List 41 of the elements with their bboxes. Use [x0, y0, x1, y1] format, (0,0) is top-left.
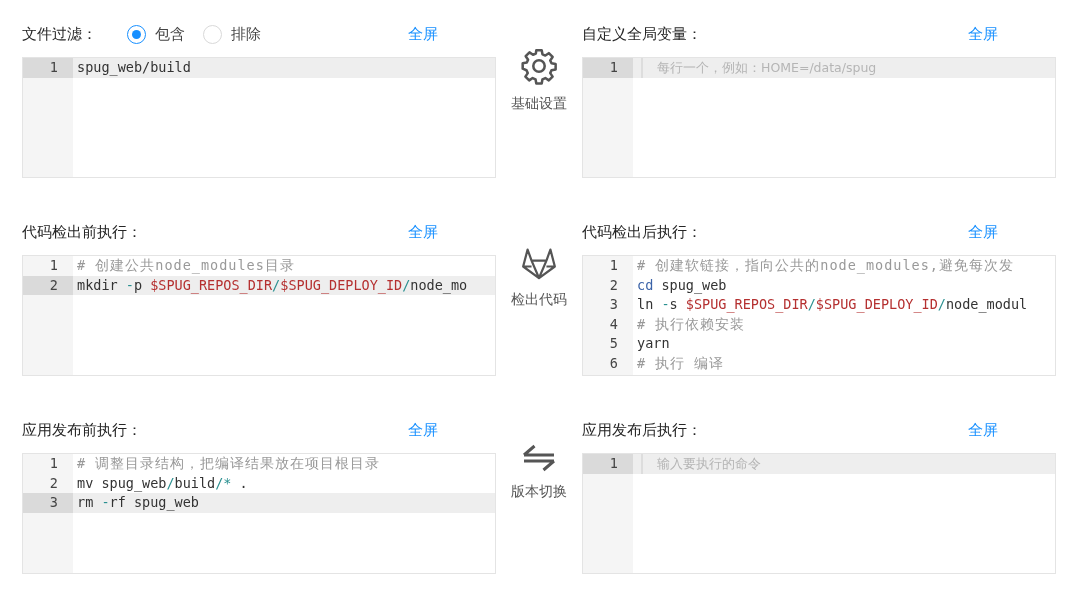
line-number: 3 [608, 295, 619, 315]
code-line: # 创建公共node_modules目录 [76, 256, 296, 276]
line-number: 2 [608, 275, 619, 295]
field-label: 自定义全局变量： [582, 23, 702, 45]
line-number: 5 [608, 334, 619, 354]
line-number: 1 [583, 454, 633, 474]
line-number: 1 [48, 454, 59, 473]
line-number: 1 [23, 58, 73, 78]
code-editor[interactable]: 1 2 3 4 5 6 # 创建软链接，指向公共的node_modules,避免每次发 cd spug_web ln -s $SPUG_REPOS_DIR/$SPUG_DEPLOY_ID/node_modul # 执行依赖安装 yarn # 执行 编译 [582, 255, 1056, 376]
line-number: 2 [48, 473, 59, 493]
line-number: 4 [608, 314, 619, 334]
code-line: # 执行 编译 [636, 353, 726, 373]
field-label: 文件过滤： [22, 23, 97, 45]
step-label: 版本切换 [511, 482, 567, 501]
field-label: 应用发布前执行： [22, 419, 142, 441]
step-label: 检出代码 [511, 290, 567, 309]
swap-arrows-icon [521, 443, 557, 473]
code-editor[interactable]: 1 2 3 # 调整目录结构，把编译结果放在项目根目录 mv spug_web/build/* . rm -rf spug_web [22, 453, 496, 574]
code-line: mv spug_web/build/* . [76, 473, 249, 494]
radio-option[interactable]: 排除 [203, 22, 261, 46]
line-number: 1 [608, 256, 619, 275]
code-editor[interactable]: 1 2 # 创建公共node_modules目录 mkdir -p $SPUG_REPOS_DIR/$SPUG_DEPLOY_ID/node_mo [22, 255, 496, 376]
radio-option[interactable]: 包含 [127, 22, 185, 46]
settings-icon [520, 47, 558, 85]
field-label: 应用发布后执行： [582, 419, 702, 441]
field-label: 代码检出后执行： [582, 221, 702, 243]
step-label: 基础设置 [511, 94, 567, 113]
field-label: 代码检出前执行： [22, 221, 142, 243]
code-line: cd spug_web [636, 275, 728, 296]
fox-icon [520, 245, 558, 281]
line-number: 3 [23, 493, 73, 513]
code-editor[interactable]: 1 spug_web/build [22, 57, 496, 178]
line-number: 1 [583, 58, 633, 78]
line-number: 6 [608, 353, 619, 373]
code-line: ln -s $SPUG_REPOS_DIR/$SPUG_DEPLOY_ID/node_modul [636, 295, 1029, 315]
code-line: # 调整目录结构，把编译结果放在项目根目录 [76, 454, 382, 473]
code-line: # 执行依赖安装 [636, 314, 747, 334]
line-number: 2 [23, 275, 73, 296]
code-line: # 创建软链接，指向公共的node_modules,避免每次发 [636, 256, 1015, 276]
line-number: 1 [48, 256, 59, 275]
code-line: yarn [636, 334, 671, 354]
